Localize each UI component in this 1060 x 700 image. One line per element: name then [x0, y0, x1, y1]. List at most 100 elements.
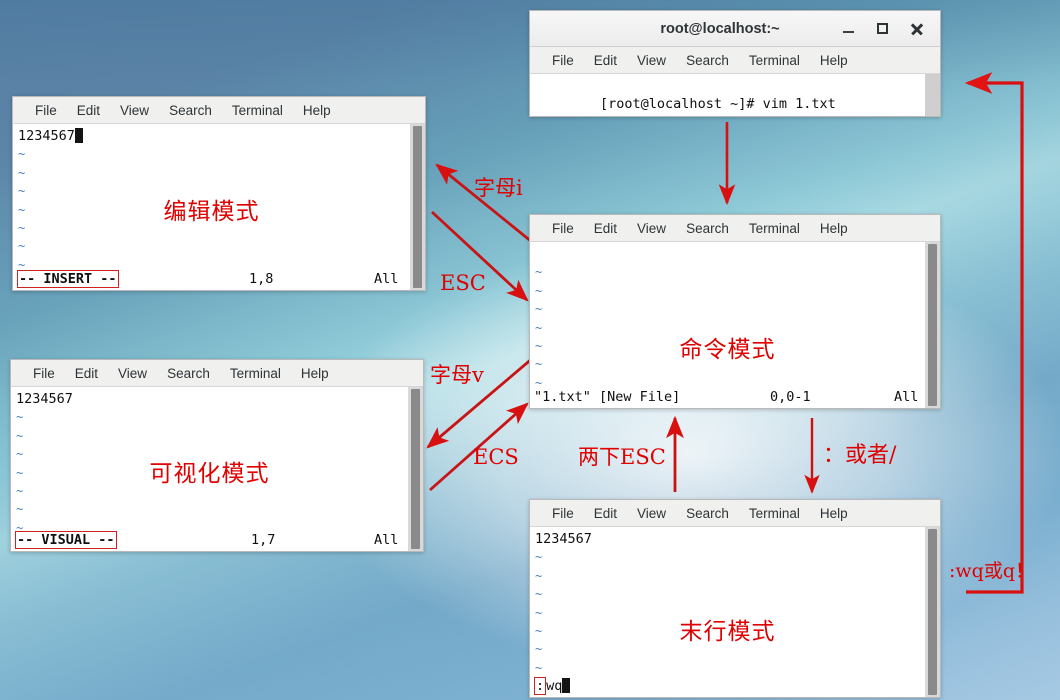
menu-item-view[interactable]: View: [627, 506, 676, 521]
tilde-line: ~: [535, 605, 543, 620]
menu-item-edit[interactable]: Edit: [67, 103, 110, 118]
menu-item-terminal[interactable]: Terminal: [222, 103, 293, 118]
tilde-line: ~: [18, 221, 26, 236]
menu-item-file[interactable]: File: [25, 103, 67, 118]
status-filename: "1.txt" [New File]: [534, 389, 681, 405]
annotation-wq-or-q: :wq或q！: [949, 560, 1034, 582]
menu-item-edit[interactable]: Edit: [584, 221, 627, 236]
menubar-lastline[interactable]: File Edit View Search Terminal Help: [530, 500, 940, 527]
menu-item-file[interactable]: File: [542, 53, 584, 68]
status-position: 1,8: [249, 271, 274, 287]
shell-output: [root@localhost ~]# vim 1.txt: [535, 77, 920, 116]
colon-prompt: :: [534, 677, 547, 695]
tilde-line: ~: [535, 339, 543, 354]
scrollbar-edit[interactable]: [410, 124, 425, 290]
menubar-visual[interactable]: File Edit View Search Terminal Help: [11, 360, 423, 387]
tilde-line: ~: [535, 302, 543, 317]
menu-item-search[interactable]: Search: [676, 221, 739, 236]
terminal-window-command-mode[interactable]: File Edit View Search Terminal Help ~ ~ …: [529, 214, 941, 409]
tilde-line: ~: [18, 202, 26, 217]
tilde-line: ~: [535, 568, 543, 583]
close-icon[interactable]: [908, 21, 924, 37]
menubar-edit[interactable]: File Edit View Search Terminal Help: [13, 97, 425, 124]
menu-item-terminal[interactable]: Terminal: [220, 366, 291, 381]
menu-item-help[interactable]: Help: [810, 506, 858, 521]
terminal-screen-lastline[interactable]: 1234567 ~ ~ ~ ~ ~ ~ ~ 末行模式 : wq: [530, 527, 940, 697]
tilde-line: ~: [535, 660, 543, 675]
annotation-colon-or-slash: ：或者/: [823, 443, 897, 468]
annotation-letter-v: 字母v: [430, 363, 484, 387]
buffer-line-1: 1234567: [18, 128, 75, 144]
command-line-entry[interactable]: : wq: [534, 677, 571, 695]
tilde-line: ~: [535, 587, 543, 602]
command-text: wq: [546, 678, 563, 694]
menu-item-file[interactable]: File: [542, 221, 584, 236]
scrollbar-shell[interactable]: [925, 74, 940, 116]
terminal-window-lastline-mode[interactable]: File Edit View Search Terminal Help 1234…: [529, 499, 941, 698]
arrow-esc: [431, 210, 529, 302]
vim-statusline-visual: -- VISUAL -- 1,7 All: [11, 531, 423, 551]
terminal-screen-visual[interactable]: 1234567 ~ ~ ~ ~ ~ ~ ~ 可视化模式 -- VISUAL --…: [11, 387, 423, 551]
window-controls[interactable]: [840, 21, 940, 37]
annotation-two-esc: 两下ESC: [578, 445, 666, 469]
terminal-screen-command[interactable]: ~ ~ ~ ~ ~ ~ ~ 命令模式 "1.txt" [New File] 0,…: [530, 242, 940, 408]
tilde-line: ~: [535, 283, 543, 298]
vim-statusline-lastline: : wq: [530, 677, 940, 697]
menu-item-terminal[interactable]: Terminal: [739, 221, 810, 236]
menu-item-edit[interactable]: Edit: [65, 366, 108, 381]
annotation-esc: ESC: [440, 271, 486, 295]
scrollbar-command[interactable]: [925, 242, 940, 408]
menu-item-view[interactable]: View: [110, 103, 159, 118]
menubar-command[interactable]: File Edit View Search Terminal Help: [530, 215, 940, 242]
terminal-window-shell[interactable]: root@localhost:~ File Edit View Search T…: [529, 10, 941, 117]
tilde-line: ~: [535, 320, 543, 335]
menu-item-view[interactable]: View: [108, 366, 157, 381]
tilde-line: ~: [16, 484, 24, 499]
menu-item-terminal[interactable]: Terminal: [739, 53, 810, 68]
menu-item-search[interactable]: Search: [676, 53, 739, 68]
menu-item-help[interactable]: Help: [293, 103, 341, 118]
menu-item-search[interactable]: Search: [159, 103, 222, 118]
tilde-line: ~: [535, 550, 543, 565]
titlebar-shell[interactable]: root@localhost:~: [530, 11, 940, 47]
minimize-icon[interactable]: [840, 21, 856, 37]
menu-item-help[interactable]: Help: [810, 221, 858, 236]
menu-item-view[interactable]: View: [627, 221, 676, 236]
tilde-line: ~: [18, 184, 26, 199]
menu-item-terminal[interactable]: Terminal: [739, 506, 810, 521]
desktop-background: 字母i ESC 字母v ECS 两下ESC ：或者/ :wq或q！ root@l…: [0, 0, 1060, 700]
menu-item-help[interactable]: Help: [810, 53, 858, 68]
tilde-line: ~: [16, 428, 24, 443]
status-position: 0,0-1: [770, 389, 811, 405]
tilde-line: ~: [535, 265, 543, 280]
menu-item-file[interactable]: File: [23, 366, 65, 381]
menu-item-help[interactable]: Help: [291, 366, 339, 381]
scrollbar-visual[interactable]: [408, 387, 423, 551]
arrow-letter-v: [426, 355, 535, 449]
menu-item-search[interactable]: Search: [157, 366, 220, 381]
status-mode: -- INSERT --: [17, 270, 119, 288]
terminal-screen-edit[interactable]: 1234567 ~ ~ ~ ~ ~ ~ ~ 编辑模式 -- INSERT -- …: [13, 124, 425, 290]
maximize-icon[interactable]: [874, 21, 890, 37]
menu-item-search[interactable]: Search: [676, 506, 739, 521]
menu-item-edit[interactable]: Edit: [584, 506, 627, 521]
buffer-line-1: 1234567: [535, 531, 592, 547]
tilde-line: ~: [16, 465, 24, 480]
menu-item-edit[interactable]: Edit: [584, 53, 627, 68]
terminal-screen-shell[interactable]: [root@localhost ~]# vim 1.txt: [530, 74, 940, 116]
tilde-line: ~: [16, 502, 24, 517]
menu-item-view[interactable]: View: [627, 53, 676, 68]
vim-buffer-command: ~ ~ ~ ~ ~ ~ ~: [535, 245, 920, 408]
terminal-window-visual-mode[interactable]: File Edit View Search Terminal Help 1234…: [10, 359, 424, 552]
scrollbar-lastline[interactable]: [925, 527, 940, 697]
text-cursor: [74, 128, 83, 143]
vim-buffer-lastline: 1234567 ~ ~ ~ ~ ~ ~ ~: [535, 530, 920, 697]
tilde-line: ~: [535, 357, 543, 372]
annotation-letter-i: 字母i: [474, 176, 523, 200]
vim-statusline-command: "1.txt" [New File] 0,0-1 All: [530, 388, 940, 408]
terminal-window-edit-mode[interactable]: File Edit View Search Terminal Help 1234…: [12, 96, 426, 291]
tilde-line: ~: [18, 165, 26, 180]
tilde-line: ~: [535, 624, 543, 639]
menu-item-file[interactable]: File: [542, 506, 584, 521]
menubar-shell[interactable]: File Edit View Search Terminal Help: [530, 47, 940, 74]
